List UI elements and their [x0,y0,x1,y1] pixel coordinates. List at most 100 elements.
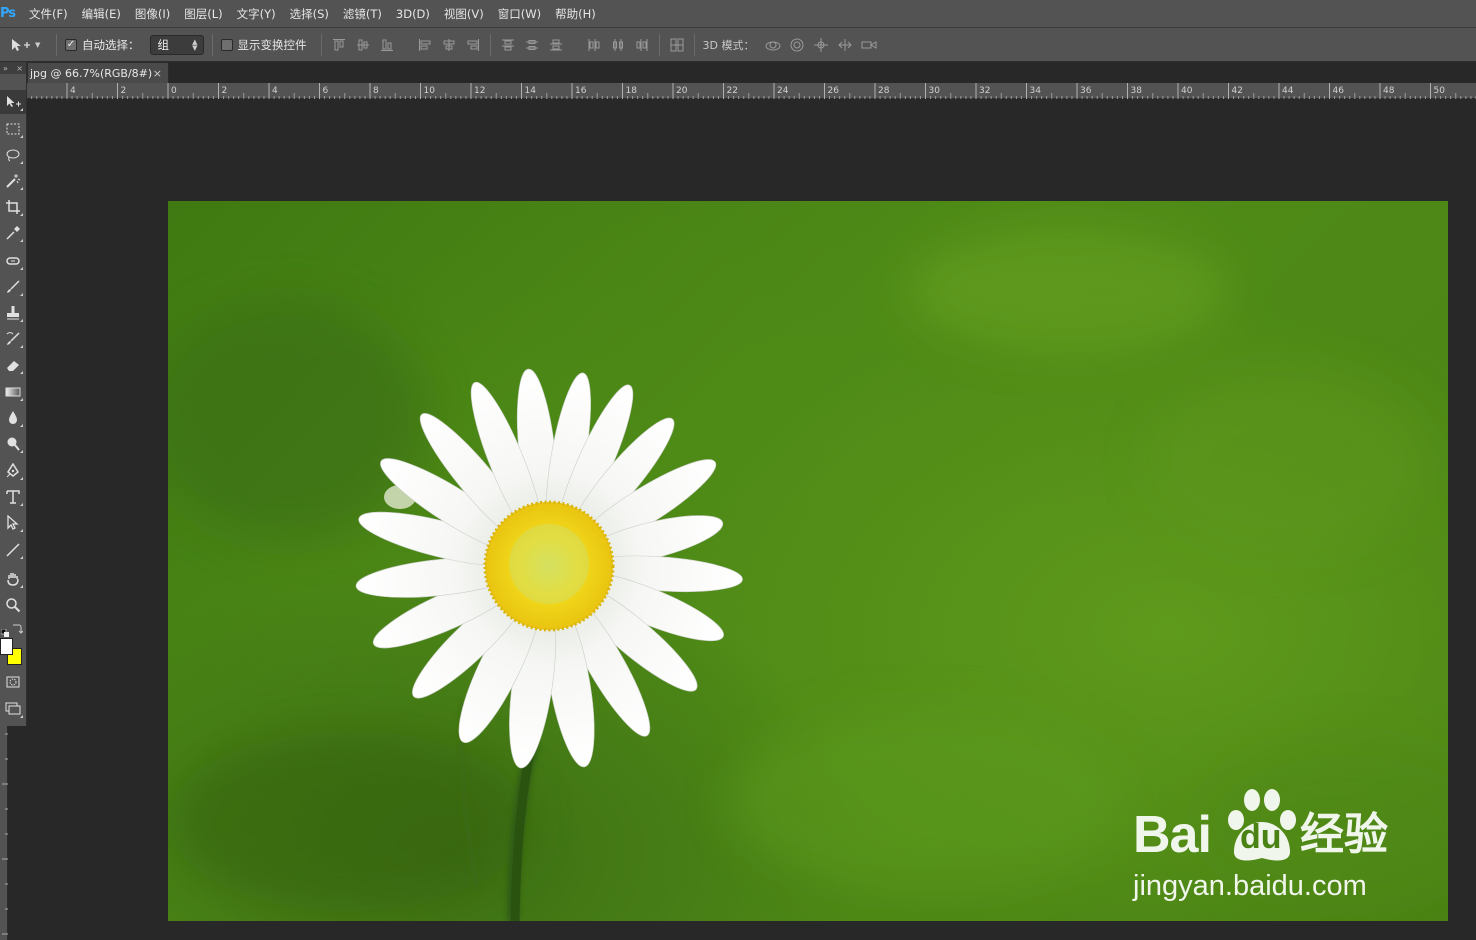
auto-align-layers-button[interactable] [668,36,686,54]
rotate-3d-icon [765,41,781,50]
align-top-icon [332,38,345,50]
menu-window[interactable]: 窗口(W) [491,0,548,28]
align-left-edges-button[interactable] [416,36,434,54]
type-tool[interactable] [0,485,26,509]
marquee-tool[interactable] [0,117,26,141]
distribute-bottom-button[interactable] [547,36,565,54]
document-tab[interactable]: jpg @ 66.7%(RGB/8#) × [27,62,169,83]
close-document-button[interactable]: × [153,67,162,80]
align-bottom-edges-button[interactable] [378,36,396,54]
watermark-bai: Bai [1133,806,1212,864]
3d-pan-button[interactable] [812,36,830,54]
default-colors-icon[interactable] [0,622,9,637]
crop-tool[interactable] [0,195,26,219]
line-tool[interactable] [0,538,26,562]
crop-icon [6,200,20,214]
menu-select[interactable]: 选择(S) [283,0,336,28]
auto-align-icon [670,38,683,51]
blur-tool[interactable] [0,406,26,430]
separator [211,33,213,56]
3d-rotate-button[interactable] [764,36,782,54]
distribute-right-button[interactable] [633,36,651,54]
auto-select-value: 组 [157,37,170,52]
menu-help[interactable]: 帮助(H) [548,0,603,28]
align-top-edges-button[interactable] [330,36,348,54]
menu-file[interactable]: 文件(F) [22,0,75,28]
ps-logo: Ps [0,6,16,21]
zoom-tool[interactable] [0,593,26,617]
screen-mode-button[interactable] [0,697,26,721]
auto-select-checkbox[interactable]: ✓ [65,38,77,51]
show-transform-checkbox[interactable] [220,38,233,51]
lasso-tool[interactable] [0,143,26,167]
align-right-icon [467,38,479,51]
foreground-color-swatch[interactable] [0,638,13,655]
move-tool[interactable] [0,90,26,114]
ruler-label: 2 [121,86,127,96]
slide-3d-icon [838,38,853,51]
ruler-label: 14 [525,86,537,96]
hand-tool[interactable] [0,567,26,591]
separator [320,33,322,56]
close-panel-button[interactable]: × [16,64,23,73]
healing-brush-tool[interactable] [0,249,26,273]
distribute-top-button[interactable] [499,36,517,54]
menu-view[interactable]: 视图(V) [437,0,491,28]
tool-preset-picker[interactable]: ▼ [0,38,48,52]
vertical-ruler-ticks [2,733,8,935]
align-buttons [330,36,482,54]
brush-icon [7,280,20,293]
eraser-tool[interactable] [0,353,26,377]
eyedropper-tool[interactable] [0,221,26,245]
quick-mask-button[interactable] [0,670,26,694]
ruler-label: 2 [222,86,228,96]
3d-roll-button[interactable] [788,36,806,54]
3d-slide-button[interactable] [836,36,854,54]
auto-select-dropdown[interactable]: 组 ▲ ▼ [149,34,204,55]
ruler-label: 18 [626,86,638,96]
magic-wand-tool[interactable] [0,169,26,193]
ruler-label: 38 [1131,86,1143,96]
distribute-vcenter-button[interactable] [523,36,541,54]
distribute-hcenter-button[interactable] [609,36,627,54]
ruler-label: 6 [323,86,329,96]
separator [56,33,57,56]
ruler-label: 4 [272,86,278,96]
menu-type[interactable]: 文字(Y) [230,0,283,28]
vertical-ruler [0,726,8,940]
ruler-label: 44 [1282,86,1294,96]
menu-filter[interactable]: 滤镜(T) [336,0,389,28]
dodge-tool[interactable] [0,432,26,456]
expand-panel-button[interactable]: » [3,64,8,73]
menu-image[interactable]: 图像(I) [128,0,177,28]
swap-colors-icon[interactable] [11,619,24,634]
3d-mode-buttons [764,36,878,54]
menu-3d[interactable]: 3D(D) [389,0,437,28]
history-brush-tool[interactable] [0,327,26,351]
menu-layer[interactable]: 图层(L) [177,0,229,28]
distribute-left-button[interactable] [585,36,603,54]
align-vertical-centers-button[interactable] [354,36,372,54]
ruler-label: 50 [1434,86,1446,96]
pen-tool[interactable] [0,459,26,483]
align-right-edges-button[interactable] [464,36,482,54]
ruler-label: 36 [1080,86,1092,96]
3d-scale-button[interactable] [860,36,878,54]
pen-icon [6,463,19,478]
distribute-vcenter-icon [525,39,538,50]
align-hcenter-icon [443,38,454,51]
default-colors-glyph [0,628,9,637]
zoom-icon [6,598,21,613]
clone-stamp-tool[interactable] [0,301,26,325]
path-selection-tool[interactable] [0,511,26,535]
gradient-tool[interactable] [0,380,26,404]
ruler-label: 28 [878,86,890,96]
watermark-jingyan: 经验 [1300,809,1388,860]
menu-edit[interactable]: 编辑(E) [75,0,128,28]
brush-tool[interactable] [0,275,26,299]
separator [658,33,660,56]
distribute-buttons [499,36,651,54]
line-icon [6,543,20,557]
ruler-label: 46 [1333,86,1345,96]
align-horizontal-centers-button[interactable] [440,36,458,54]
